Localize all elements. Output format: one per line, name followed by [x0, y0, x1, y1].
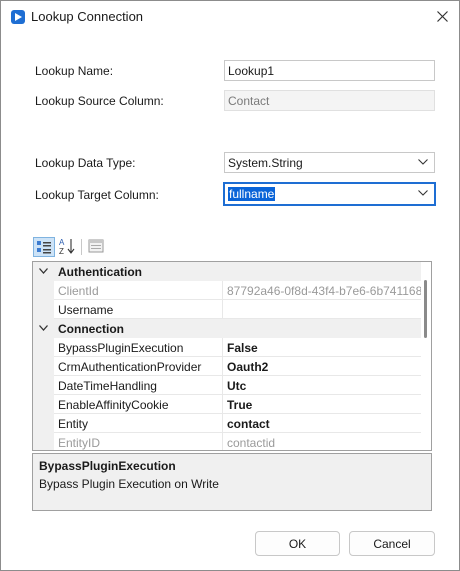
chevron-down-icon — [418, 190, 428, 196]
lookup-connection-dialog: Lookup Connection Lookup Name: Lookup1 L… — [0, 0, 460, 571]
property-row-entityid[interactable]: EntityID contactid — [33, 433, 421, 450]
property-value[interactable] — [223, 300, 421, 319]
close-button[interactable] — [425, 1, 459, 33]
property-row-entity[interactable]: Entity contact — [33, 414, 421, 433]
categorized-button[interactable] — [33, 237, 55, 257]
property-description-panel: BypassPluginExecution Bypass Plugin Exec… — [32, 453, 432, 511]
category-connection[interactable]: Connection — [33, 319, 421, 338]
lookup-target-column-label: Lookup Target Column: — [35, 188, 159, 202]
property-value: 87792a46-0f8d-43f4-b7e6-6b741168 — [223, 281, 421, 300]
chevron-collapse-icon — [39, 325, 48, 331]
window-title: Lookup Connection — [31, 9, 144, 24]
property-grid-scrollbar[interactable] — [421, 262, 431, 450]
property-name: CrmAuthenticationProvider — [54, 357, 223, 376]
property-grid[interactable]: Authentication ClientId 87792a46-0f8d-43… — [32, 261, 432, 451]
category-authentication[interactable]: Authentication — [33, 262, 421, 281]
alphabetical-sort-icon: A Z — [59, 238, 75, 256]
scrollbar-thumb[interactable] — [424, 280, 427, 338]
chevron-collapse-icon — [39, 268, 48, 274]
svg-text:A: A — [59, 238, 65, 247]
property-name: BypassPluginExecution — [54, 338, 223, 357]
property-row-crmauthenticationprovider[interactable]: CrmAuthenticationProvider Oauth2 — [33, 357, 421, 376]
toolbar-separator — [81, 239, 82, 255]
property-name: Entity — [54, 414, 223, 433]
property-name: ClientId — [54, 281, 223, 300]
ok-button[interactable]: OK — [255, 531, 340, 556]
property-name: Username — [54, 300, 223, 319]
property-value[interactable]: contact — [223, 414, 421, 433]
lookup-data-type-select[interactable]: System.String — [224, 152, 435, 173]
lookup-target-column-value: fullname — [228, 187, 276, 201]
app-icon — [11, 10, 25, 24]
description-title: BypassPluginExecution — [39, 459, 176, 473]
property-value[interactable]: False — [223, 338, 421, 357]
category-name: Authentication — [54, 262, 421, 281]
alphabetical-button[interactable]: A Z — [57, 237, 79, 257]
property-row-bypasspluginexecution[interactable]: BypassPluginExecution False — [33, 338, 421, 357]
cancel-button[interactable]: Cancel — [349, 531, 435, 556]
lookup-target-column-select[interactable]: fullname — [223, 182, 436, 206]
property-value[interactable]: True — [223, 395, 421, 414]
chevron-down-icon — [418, 159, 428, 165]
property-name: EnableAffinityCookie — [54, 395, 223, 414]
property-pages-button[interactable] — [86, 237, 108, 257]
property-row-datetimehandling[interactable]: DateTimeHandling Utc — [33, 376, 421, 395]
category-name: Connection — [54, 319, 421, 338]
property-row-clientid[interactable]: ClientId 87792a46-0f8d-43f4-b7e6-6b74116… — [33, 281, 421, 300]
lookup-data-type-value: System.String — [228, 156, 303, 170]
title-bar[interactable]: Lookup Connection — [1, 1, 459, 33]
lookup-name-input[interactable]: Lookup1 — [224, 60, 435, 81]
close-icon — [437, 11, 448, 22]
property-pages-icon — [88, 239, 104, 253]
lookup-data-type-label: Lookup Data Type: — [35, 156, 136, 170]
categorized-icon — [37, 241, 51, 254]
property-value: contactid — [223, 433, 421, 450]
property-name: EntityID — [54, 433, 223, 450]
property-row-enableaffinitycookie[interactable]: EnableAffinityCookie True — [33, 395, 421, 414]
lookup-source-column-label: Lookup Source Column: — [35, 94, 164, 108]
svg-text:Z: Z — [59, 247, 64, 255]
property-name: DateTimeHandling — [54, 376, 223, 395]
property-row-username[interactable]: Username — [33, 300, 421, 319]
lookup-name-label: Lookup Name: — [35, 64, 114, 78]
lookup-source-column-field: Contact — [224, 90, 435, 111]
description-text: Bypass Plugin Execution on Write — [39, 477, 219, 491]
property-value[interactable]: Oauth2 — [223, 357, 421, 376]
property-value[interactable]: Utc — [223, 376, 421, 395]
